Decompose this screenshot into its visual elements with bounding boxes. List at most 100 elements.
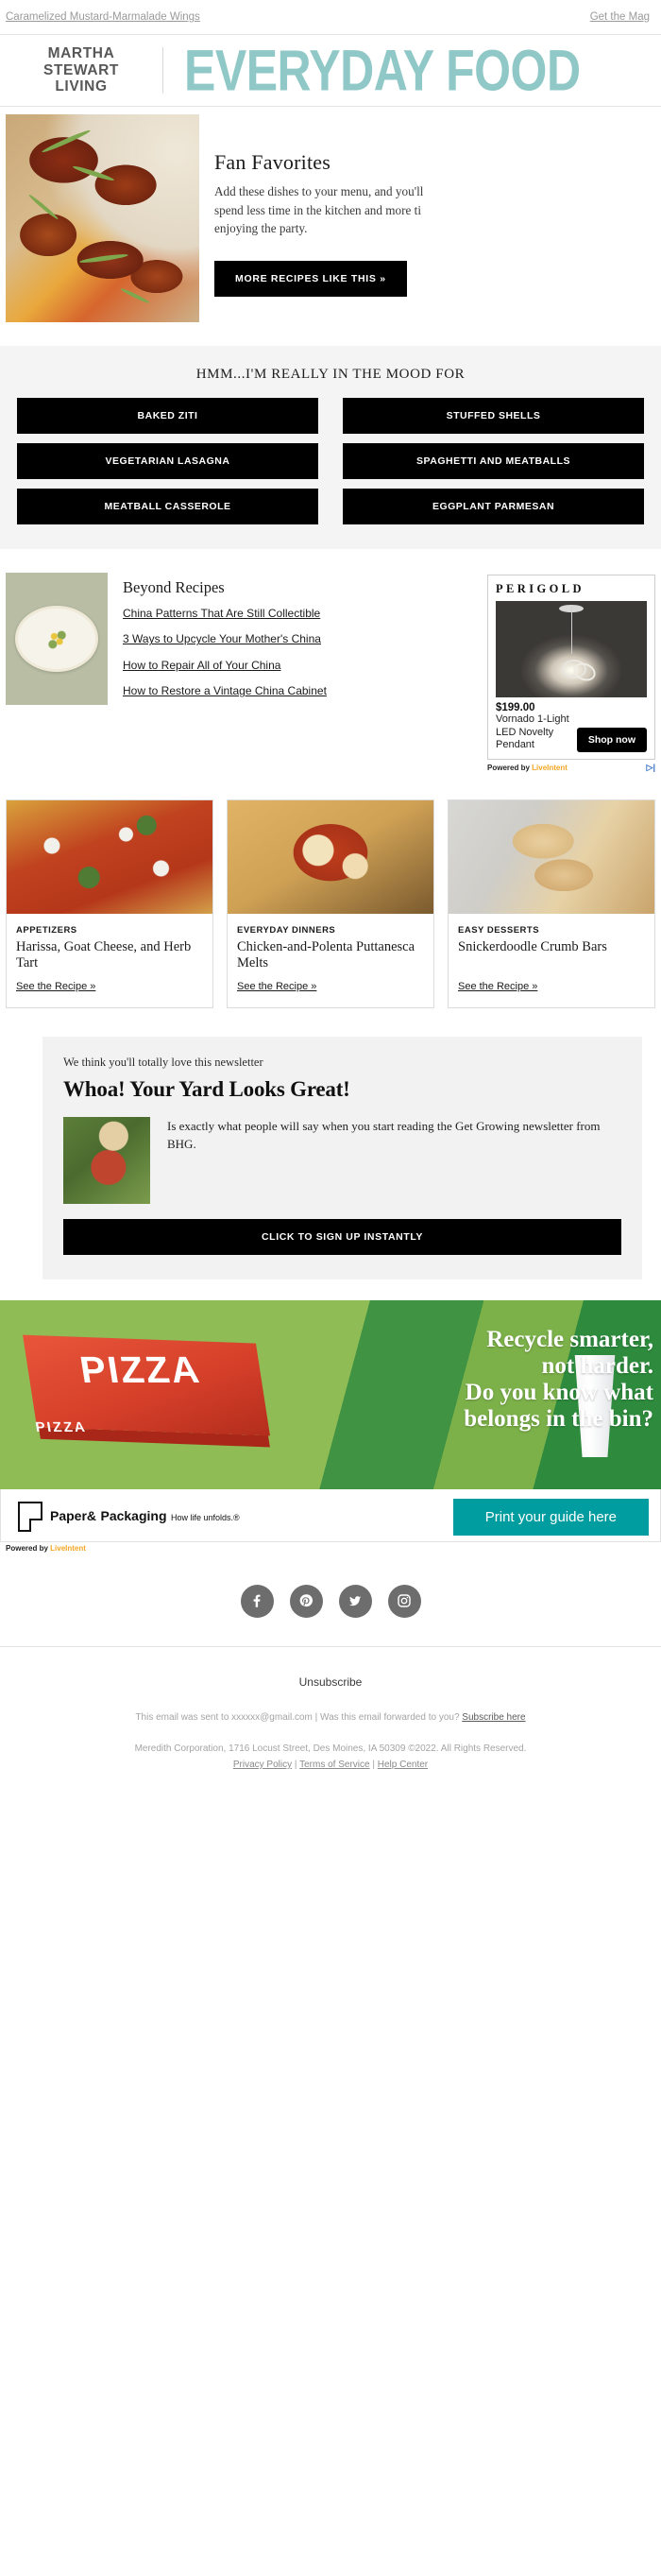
instagram-icon[interactable] bbox=[387, 1584, 421, 1618]
recipe-card-title: Chicken-and-Polenta Puttanesca Melts bbox=[237, 938, 415, 971]
banner-headline: Recycle smarter, not harder. Do you know… bbox=[464, 1327, 653, 1433]
recipe-card-image[interactable] bbox=[7, 799, 212, 914]
preheader-subject-link[interactable]: Caramelized Mustard-Marmalade Wings bbox=[6, 11, 200, 23]
banner-headline-line-1: Recycle smarter, bbox=[486, 1326, 653, 1352]
ad-card[interactable]: PERIGOLD $199.00 Vornado 1-Light LED Nov… bbox=[487, 575, 655, 760]
advertisement-unit: PERIGOLD $199.00 Vornado 1-Light LED Nov… bbox=[487, 573, 655, 773]
banner-footer: Paper& Packaging How life unfolds.® Prin… bbox=[0, 1488, 661, 1542]
hero-body-line-2: spend less time in the kitchen and more … bbox=[214, 202, 422, 217]
mood-button-meatball-casserole[interactable]: MEATBALL CASSEROLE bbox=[17, 489, 318, 524]
recipe-card-title: Harissa, Goat Cheese, and Herb Tart bbox=[16, 938, 192, 971]
recipe-card-category: APPETIZERS bbox=[16, 924, 77, 936]
unsubscribe-link[interactable]: Unsubscribe bbox=[299, 1675, 363, 1689]
mood-section: HMM...I'M REALLY IN THE MOOD FOR BAKED Z… bbox=[0, 346, 661, 549]
beyond-link-upcycle-china[interactable]: 3 Ways to Upcycle Your Mother's China bbox=[123, 631, 480, 646]
promo-eyebrow: We think you'll totally love this newsle… bbox=[63, 1055, 263, 1069]
pendant-cord-shape bbox=[571, 607, 572, 654]
recipe-card-image[interactable] bbox=[449, 799, 654, 914]
footer-separator: | bbox=[372, 1759, 375, 1770]
promo-image bbox=[63, 1116, 150, 1204]
ad-product-name: Vornado 1-Light LED Novelty Pendant bbox=[496, 713, 569, 751]
mood-button-vegetarian-lasagna[interactable]: VEGETARIAN LASAGNA bbox=[17, 443, 318, 479]
beyond-link-china-patterns[interactable]: China Patterns That Are Still Collectibl… bbox=[123, 606, 480, 621]
brand-line-3: LIVING bbox=[55, 78, 108, 95]
recipe-card-list: APPETIZERS Harissa, Goat Cheese, and Her… bbox=[0, 792, 661, 1027]
beyond-recipes-title: Beyond Recipes bbox=[123, 578, 225, 596]
mood-section-title: HMM...I'M REALLY IN THE MOOD FOR bbox=[195, 367, 466, 382]
ad-price: $199.00 bbox=[496, 702, 535, 713]
more-recipes-button[interactable]: MORE RECIPES LIKE THIS » bbox=[214, 260, 407, 297]
promo-content-row: Is exactly what people will say when you… bbox=[63, 1116, 621, 1204]
hero-body-line-3: enjoying the party. bbox=[214, 221, 308, 236]
brand-line-2: STEWART bbox=[43, 61, 119, 78]
china-plate-illustration bbox=[15, 606, 98, 672]
garnish-decoration bbox=[119, 286, 151, 305]
mood-button-grid: BAKED ZITI STUFFED SHELLS VEGETARIAN LAS… bbox=[17, 398, 644, 524]
ad-footer: Powered by LiveIntent ▷| bbox=[487, 763, 655, 773]
banner-powered-by-label: Powered by bbox=[6, 1543, 48, 1553]
recipe-card-body: APPETIZERS Harissa, Goat Cheese, and Her… bbox=[7, 914, 212, 1007]
pp-logo-tagline: How life unfolds.® bbox=[170, 1513, 240, 1523]
banner-ad-image[interactable]: PIZZA PIZZA Recycle smarter, not harder.… bbox=[0, 1299, 661, 1489]
recipe-card-title: Snickerdoodle Crumb Bars bbox=[458, 938, 607, 954]
everyday-food-logo[interactable]: EVERYDAY FOOD bbox=[163, 42, 661, 99]
pinterest-icon[interactable] bbox=[289, 1584, 323, 1618]
pp-logo-line-2: Packaging bbox=[100, 1508, 167, 1524]
signup-button[interactable]: CLICK TO SIGN UP INSTANTLY bbox=[63, 1218, 621, 1255]
privacy-policy-link[interactable]: Privacy Policy bbox=[233, 1760, 292, 1770]
hero-image[interactable] bbox=[6, 114, 199, 322]
beyond-recipes-section: Beyond Recipes China Patterns That Are S… bbox=[0, 549, 661, 792]
newsletter-promo: We think you'll totally love this newsle… bbox=[42, 1036, 642, 1279]
ad-product-image[interactable] bbox=[496, 601, 647, 697]
preheader-magazine-link[interactable]: Get the Mag bbox=[590, 11, 650, 23]
beyond-recipes-image[interactable] bbox=[6, 573, 108, 705]
ad-powered-by: Powered by LiveIntent bbox=[487, 764, 568, 772]
hero-body: Add these dishes to your menu, and you'l… bbox=[214, 182, 648, 238]
beyond-link-restore-cabinet[interactable]: How to Restore a Vintage China Cabinet bbox=[123, 683, 480, 698]
facebook-icon[interactable] bbox=[240, 1584, 274, 1618]
banner-powered-by: Powered by LiveIntent bbox=[0, 1542, 661, 1553]
email-footer: Unsubscribe This email was sent to xxxxx… bbox=[0, 1645, 661, 1812]
recipe-card-image[interactable] bbox=[228, 799, 433, 914]
paper-and-packaging-wordmark: Paper& Packaging How life unfolds.® bbox=[50, 1508, 240, 1525]
recipe-card[interactable]: EVERYDAY DINNERS Chicken-and-Polenta Put… bbox=[227, 799, 434, 1008]
masthead: MARTHA STEWART LIVING EVERYDAY FOOD bbox=[0, 35, 661, 107]
see-the-recipe-link[interactable]: See the Recipe » bbox=[237, 981, 316, 992]
mood-button-stuffed-shells[interactable]: STUFFED SHELLS bbox=[343, 398, 644, 434]
garnish-decoration bbox=[27, 193, 59, 221]
footer-company-line: Meredith Corporation, 1716 Locust Street… bbox=[134, 1743, 527, 1754]
adchoices-icon[interactable]: ▷| bbox=[647, 763, 655, 773]
ad-shop-now-button[interactable]: Shop now bbox=[576, 727, 647, 752]
print-guide-button[interactable]: Print your guide here bbox=[452, 1498, 649, 1536]
liveintent-logo: LiveIntent bbox=[532, 763, 568, 772]
recipe-card[interactable]: APPETIZERS Harissa, Goat Cheese, and Her… bbox=[6, 799, 213, 1008]
recipe-card-category: EASY DESSERTS bbox=[458, 924, 540, 936]
recipe-card[interactable]: EASY DESSERTS Snickerdoodle Crumb Bars S… bbox=[448, 799, 655, 1008]
recipe-card-body: EVERYDAY DINNERS Chicken-and-Polenta Put… bbox=[228, 914, 433, 1007]
beyond-recipes-links: Beyond Recipes China Patterns That Are S… bbox=[108, 573, 487, 710]
footer-legal: Meredith Corporation, 1716 Locust Street… bbox=[9, 1741, 652, 1773]
terms-of-service-link[interactable]: Terms of Service bbox=[299, 1760, 369, 1770]
see-the-recipe-link[interactable]: See the Recipe » bbox=[16, 981, 95, 992]
ad-brand-name: PERIGOLD bbox=[496, 582, 585, 595]
hero-body-line-1: Add these dishes to your menu, and you'l… bbox=[214, 184, 424, 198]
see-the-recipe-link[interactable]: See the Recipe » bbox=[458, 981, 537, 992]
brand-line-1: MARTHA bbox=[47, 45, 115, 62]
footer-sent-to-text: This email was sent to xxxxxx@gmail.com … bbox=[135, 1711, 460, 1723]
banner-headline-line-4: belongs in the bin? bbox=[464, 1405, 653, 1432]
pizza-box-label-large: PIZZA bbox=[76, 1349, 204, 1391]
beyond-link-repair-china[interactable]: How to Repair All of Your China bbox=[123, 658, 480, 673]
recipe-card-body: EASY DESSERTS Snickerdoodle Crumb Bars S… bbox=[449, 914, 654, 1007]
hero-text-block: Fan Favorites Add these dishes to your m… bbox=[199, 114, 661, 297]
paper-and-packaging-logo: Paper& Packaging How life unfolds.® bbox=[18, 1502, 240, 1533]
help-center-link[interactable]: Help Center bbox=[378, 1760, 428, 1770]
hero-title: Fan Favorites bbox=[214, 150, 330, 174]
mood-button-eggplant-parmesan[interactable]: EGGPLANT PARMESAN bbox=[343, 489, 644, 524]
twitter-icon[interactable] bbox=[338, 1584, 372, 1618]
subscribe-here-link[interactable]: Subscribe here bbox=[462, 1712, 525, 1723]
mood-button-baked-ziti[interactable]: BAKED ZITI bbox=[17, 398, 318, 434]
promo-copy: Is exactly what people will say when you… bbox=[167, 1118, 601, 1152]
mood-button-spaghetti-and-meatballs[interactable]: SPAGHETTI AND MEATBALLS bbox=[343, 443, 644, 479]
pp-logo-line-1: Paper& bbox=[50, 1508, 97, 1524]
martha-stewart-living-logo[interactable]: MARTHA STEWART LIVING bbox=[0, 45, 162, 94]
